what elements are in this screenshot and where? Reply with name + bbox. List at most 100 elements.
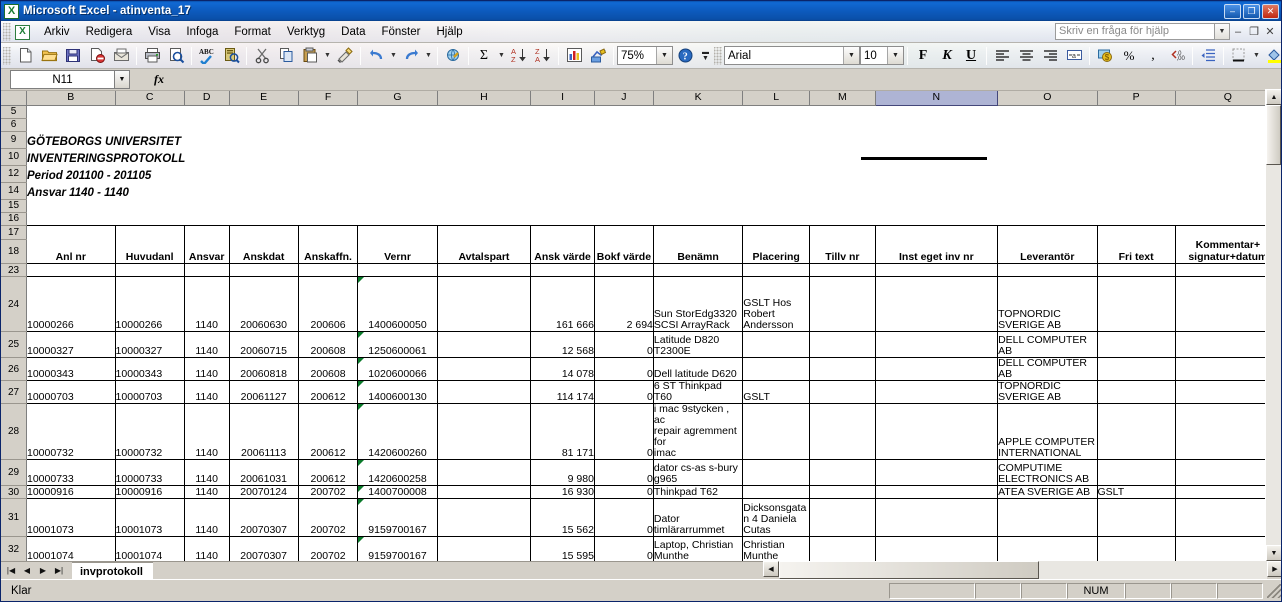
cell[interactable] xyxy=(653,165,742,182)
table-cell-inst_inv_nr[interactable] xyxy=(874,485,999,499)
column-header-b[interactable]: B xyxy=(26,91,116,106)
column-title-0[interactable]: Anl nr xyxy=(26,239,116,264)
table-cell-anskaffn[interactable]: 200702 xyxy=(297,498,359,537)
table-cell-anskaffn[interactable]: 200702 xyxy=(297,485,359,499)
table-cell-placering[interactable] xyxy=(742,357,811,381)
table-cell-ansk_varde[interactable]: 114 174 xyxy=(530,380,595,404)
drawing-icon[interactable] xyxy=(586,45,610,67)
cell[interactable] xyxy=(742,263,811,277)
percent-style-button[interactable]: % xyxy=(1117,45,1141,67)
scroll-right-button[interactable]: ▶ xyxy=(1267,561,1281,577)
restore-button[interactable]: ❐ xyxy=(1243,3,1260,19)
column-title-11[interactable]: Tillv nr xyxy=(809,239,876,264)
menu-format[interactable]: Format xyxy=(226,23,278,41)
currency-icon[interactable]: $ xyxy=(1093,45,1117,67)
font-name-dropdown-icon[interactable]: ▼ xyxy=(843,47,859,64)
sort-descending-icon[interactable]: ZA xyxy=(531,45,555,67)
table-cell-bokf_varde[interactable]: 0 xyxy=(593,403,654,460)
row-header-28[interactable]: 28 xyxy=(1,403,27,460)
table-cell-huvudanl[interactable]: 10000703 xyxy=(114,380,185,404)
redo-dropdown-icon[interactable]: ▼ xyxy=(423,45,434,67)
column-header-i[interactable]: I xyxy=(530,91,595,106)
cell[interactable] xyxy=(437,105,531,118)
table-cell-vernr[interactable]: 1400600130 xyxy=(357,380,438,404)
cell[interactable] xyxy=(998,212,1097,225)
cell[interactable] xyxy=(743,105,810,118)
cell[interactable] xyxy=(743,182,810,199)
column-header-c[interactable]: C xyxy=(115,91,185,106)
cell[interactable] xyxy=(653,182,742,199)
table-cell-anskdat[interactable]: 20070124 xyxy=(228,485,299,499)
cell[interactable] xyxy=(298,105,358,118)
header-cell-top[interactable] xyxy=(26,224,116,239)
table-cell-benamn[interactable]: 6 ST Thinkpad T60 xyxy=(652,380,744,404)
menu-drag-handle[interactable] xyxy=(3,22,11,41)
row-header-12[interactable]: 12 xyxy=(1,165,27,183)
cell[interactable] xyxy=(297,263,359,277)
cell[interactable] xyxy=(229,212,298,225)
undo-icon[interactable] xyxy=(364,45,388,67)
horizontal-scroll-track[interactable] xyxy=(1039,561,1267,579)
column-title-1[interactable]: Huvudanl xyxy=(114,239,185,264)
column-header-p[interactable]: P xyxy=(1097,91,1176,106)
table-cell-fri_text[interactable] xyxy=(1096,357,1176,381)
column-header-l[interactable]: L xyxy=(742,91,811,106)
cell[interactable] xyxy=(115,118,184,131)
header-cell-top[interactable] xyxy=(652,224,744,239)
row-header-25[interactable]: 25 xyxy=(1,331,27,358)
align-right-icon[interactable] xyxy=(1038,45,1062,67)
table-cell-benamn[interactable]: Thinkpad T62 xyxy=(652,485,744,499)
cell[interactable] xyxy=(358,165,437,182)
format-painter-icon[interactable] xyxy=(333,45,357,67)
research-icon[interactable] xyxy=(219,45,243,67)
cell[interactable] xyxy=(184,118,229,131)
cell[interactable] xyxy=(531,148,595,165)
table-cell-benamn[interactable]: Dator timlärarrummet xyxy=(652,498,744,537)
table-cell-tillv_nr[interactable] xyxy=(809,485,876,499)
next-sheet-button[interactable]: ▶ xyxy=(35,563,51,579)
cell[interactable] xyxy=(531,182,595,199)
cell[interactable] xyxy=(298,212,358,225)
table-cell-bokf_varde[interactable]: 0 xyxy=(593,459,654,486)
cell[interactable] xyxy=(594,199,653,212)
cell[interactable] xyxy=(743,118,810,131)
cell[interactable] xyxy=(229,105,298,118)
table-cell-vernr[interactable]: 1020600066 xyxy=(357,357,438,381)
table-cell-avtalspart[interactable] xyxy=(436,536,532,563)
column-title-9[interactable]: Benämn xyxy=(652,239,744,264)
column-title-3[interactable]: Anskdat xyxy=(228,239,299,264)
cell[interactable] xyxy=(437,212,531,225)
row-header-17[interactable]: 17 xyxy=(1,225,27,240)
cell[interactable] xyxy=(1097,118,1175,131)
cell[interactable] xyxy=(809,263,876,277)
table-cell-ansk_varde[interactable]: 9 980 xyxy=(530,459,595,486)
cell[interactable] xyxy=(1097,212,1175,225)
table-cell-huvudanl[interactable]: 10000266 xyxy=(114,276,185,332)
autosum-icon[interactable]: Σ xyxy=(472,45,496,67)
table-cell-avtalspart[interactable] xyxy=(436,276,532,332)
table-cell-fri_text[interactable] xyxy=(1096,276,1176,332)
table-cell-ansvar[interactable]: 1140 xyxy=(183,485,230,499)
vertical-scroll-thumb[interactable] xyxy=(1266,105,1281,165)
help-question-icon[interactable]: ? xyxy=(673,45,697,67)
table-cell-ansk_varde[interactable]: 14 078 xyxy=(530,357,595,381)
row-header-30[interactable]: 30 xyxy=(1,485,27,499)
table-cell-vernr[interactable]: 9159700167 xyxy=(357,498,438,537)
row-header-26[interactable]: 26 xyxy=(1,357,27,381)
header-cell-top[interactable] xyxy=(297,224,359,239)
cell[interactable] xyxy=(1097,105,1175,118)
row-header-18[interactable]: 18 xyxy=(1,239,27,264)
cell[interactable] xyxy=(875,212,997,225)
table-cell-avtalspart[interactable] xyxy=(436,357,532,381)
last-sheet-button[interactable]: ▶| xyxy=(51,563,67,579)
table-cell-ansvar[interactable]: 1140 xyxy=(183,498,230,537)
header-cell-top[interactable] xyxy=(874,224,999,239)
table-cell-bokf_varde[interactable]: 0 xyxy=(593,380,654,404)
open-folder-icon[interactable] xyxy=(37,45,61,67)
table-cell-placering[interactable]: GSLT xyxy=(742,380,811,404)
table-cell-anl_nr[interactable]: 10001073 xyxy=(26,498,116,537)
column-title-4[interactable]: Anskaffn. xyxy=(297,239,359,264)
table-cell-placering[interactable] xyxy=(742,459,811,486)
cell[interactable] xyxy=(115,199,184,212)
cell[interactable] xyxy=(1097,131,1175,148)
